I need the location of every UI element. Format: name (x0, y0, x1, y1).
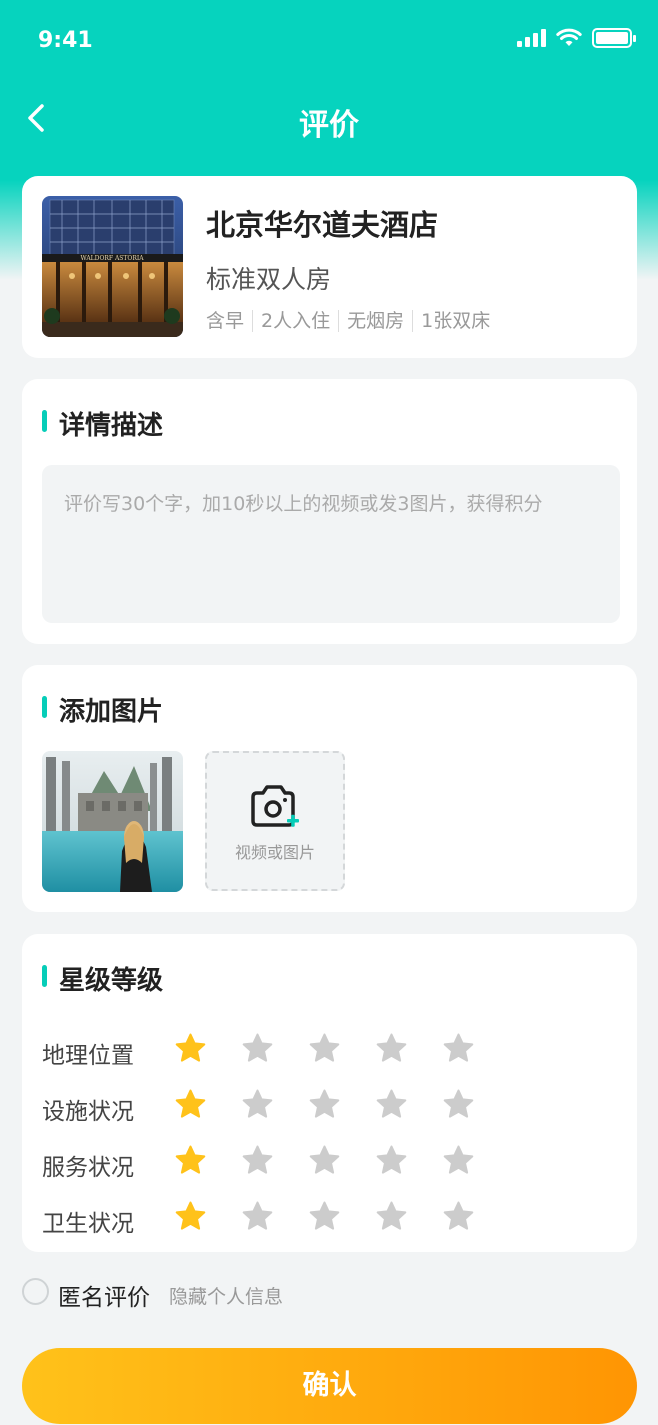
uploaded-photo[interactable] (42, 751, 183, 892)
anonymous-option[interactable]: 匿名评价 隐藏个人信息 (22, 1278, 622, 1311)
star-icon[interactable] (174, 1200, 207, 1233)
rating-label: 服务状况 (42, 1155, 134, 1181)
battery-icon (592, 28, 636, 48)
star-icon[interactable] (308, 1032, 341, 1065)
upload-media-button[interactable]: 视频或图片 (205, 751, 345, 891)
upload-label: 视频或图片 (234, 843, 315, 862)
star-icon[interactable] (308, 1200, 341, 1233)
room-tag: 含早 (206, 310, 245, 332)
anonymous-radio[interactable] (22, 1278, 49, 1305)
star-icon[interactable] (375, 1200, 408, 1233)
status-bar: 9:41 (0, 0, 658, 84)
star-icon[interactable] (241, 1088, 274, 1121)
rating-row: 地理位置 (42, 1030, 602, 1070)
hotel-name: 北京华尔道夫酒店 (206, 208, 439, 242)
rating-row: 卫生状况 (42, 1198, 602, 1238)
anonymous-label: 匿名评价 (58, 1285, 150, 1311)
review-textarea[interactable]: 评价写30个字，加10秒以上的视频或发3图片，获得积分 (42, 465, 620, 623)
room-tag: 无烟房 (338, 310, 412, 332)
star-rating (174, 1032, 475, 1065)
status-icons (517, 28, 636, 48)
room-tag: 2人入住 (252, 310, 338, 332)
photo-card: 添加图片 视频或图片 (22, 665, 637, 912)
star-icon[interactable] (241, 1144, 274, 1177)
hotel-image: WALDORF ASTORIA (42, 196, 183, 337)
star-icon[interactable] (375, 1144, 408, 1177)
star-icon[interactable] (241, 1032, 274, 1065)
rating-label: 设施状况 (42, 1099, 134, 1125)
status-time: 9:41 (38, 28, 93, 53)
star-icon[interactable] (308, 1088, 341, 1121)
hotel-card: WALDORF ASTORIA 北京华尔道夫酒店 标准双人房 含早 2人入住 无… (22, 176, 637, 358)
star-icon[interactable] (442, 1144, 475, 1177)
star-icon[interactable] (241, 1200, 274, 1233)
wifi-icon (556, 28, 582, 46)
star-icon[interactable] (375, 1032, 408, 1065)
rating-row: 服务状况 (42, 1142, 602, 1182)
confirm-button[interactable]: 确认 (22, 1348, 637, 1424)
room-tag: 1张双床 (412, 310, 498, 332)
star-rating (174, 1200, 475, 1233)
signal-icon (517, 29, 546, 47)
section-title-photos: 添加图片 (42, 691, 163, 728)
star-icon[interactable] (174, 1144, 207, 1177)
star-rating (174, 1088, 475, 1121)
star-icon[interactable] (174, 1032, 207, 1065)
rating-label: 地理位置 (42, 1043, 134, 1069)
page-title: 评价 (299, 108, 359, 143)
star-icon[interactable] (442, 1032, 475, 1065)
star-icon[interactable] (308, 1144, 341, 1177)
section-title-ratings: 星级等级 (42, 960, 163, 997)
room-type: 标准双人房 (206, 265, 332, 294)
star-icon[interactable] (375, 1088, 408, 1121)
description-card: 详情描述 评价写30个字，加10秒以上的视频或发3图片，获得积分 (22, 379, 637, 644)
room-tags: 含早 2人入住 无烟房 1张双床 (206, 310, 498, 332)
star-icon[interactable] (442, 1200, 475, 1233)
section-title-description: 详情描述 (42, 405, 163, 442)
rating-card: 星级等级 地理位置设施状况服务状况卫生状况 (22, 934, 637, 1252)
anonymous-hint: 隐藏个人信息 (169, 1286, 284, 1308)
star-rating (174, 1144, 475, 1177)
hotel-sign: WALDORF ASTORIA (80, 255, 144, 262)
camera-add-icon (251, 785, 299, 827)
rating-label: 卫生状况 (42, 1211, 134, 1237)
star-icon[interactable] (442, 1088, 475, 1121)
star-icon[interactable] (174, 1088, 207, 1121)
navigation-bar: 评价 (0, 90, 658, 146)
rating-row: 设施状况 (42, 1086, 602, 1126)
